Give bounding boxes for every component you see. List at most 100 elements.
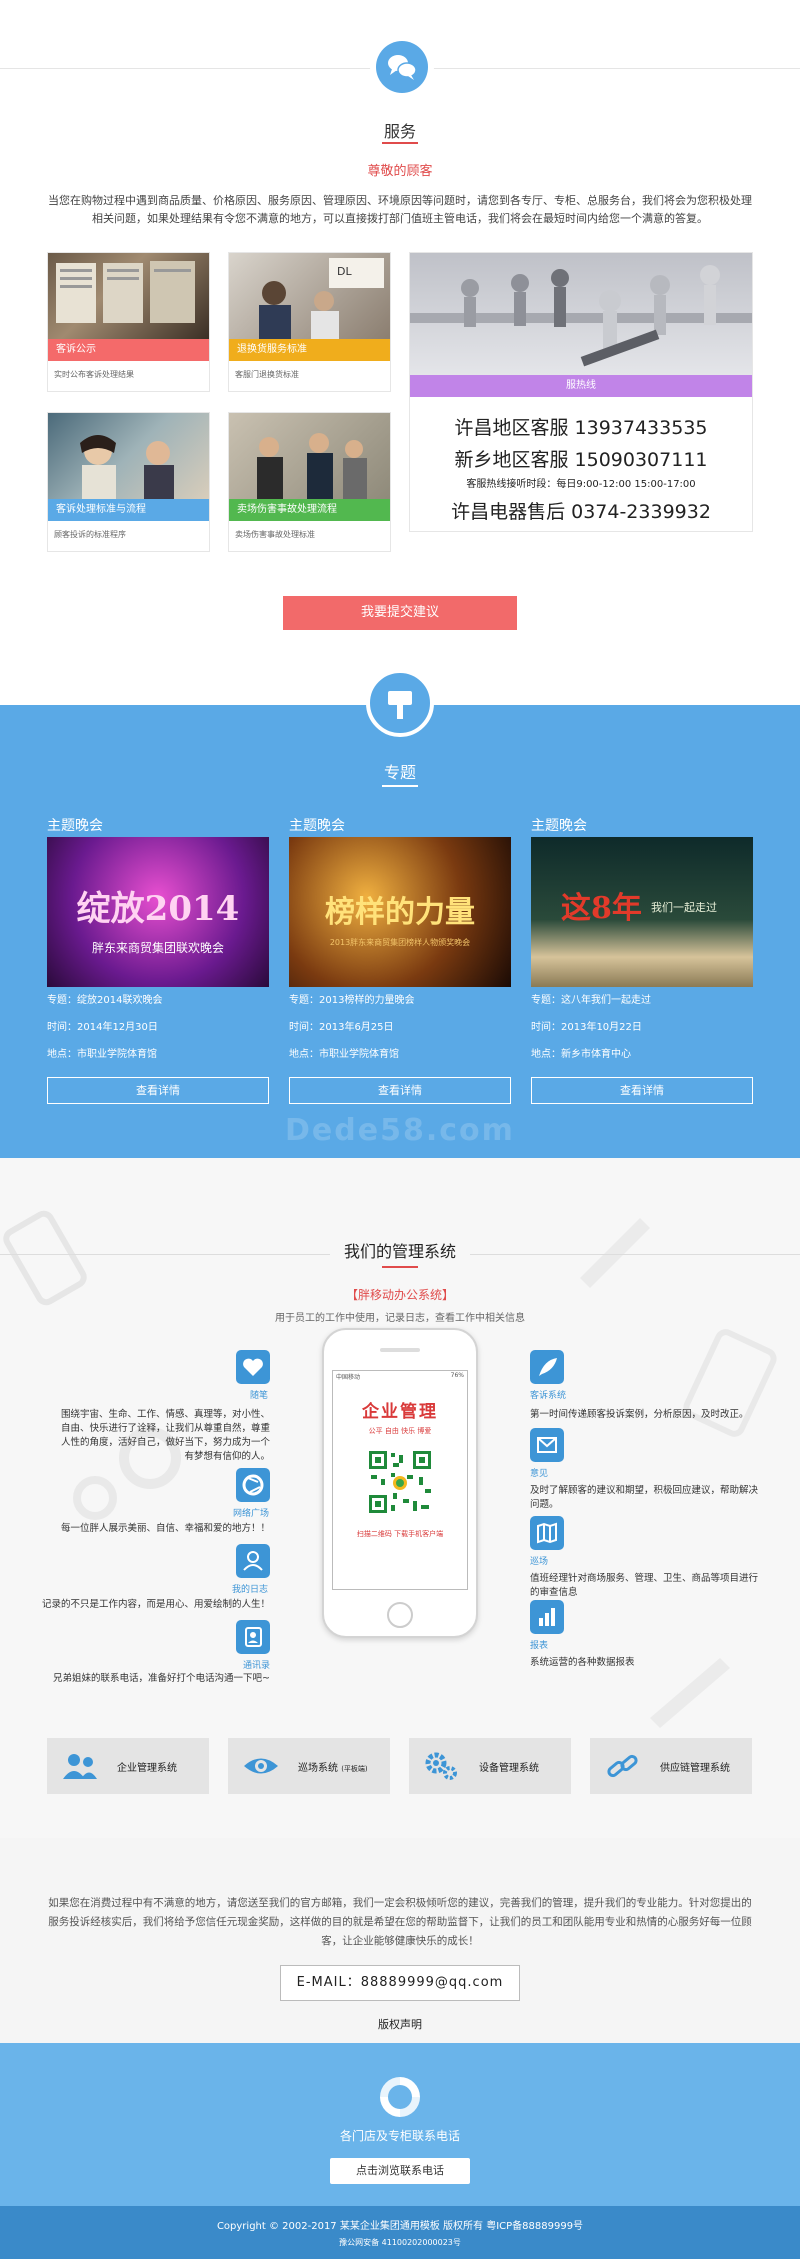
feature-label: 报表 [530,1641,549,1651]
hotline-xuchang: 许昌地区客服 13937433535 [454,417,708,439]
card-photo [48,253,209,339]
topic-image[interactable]: 绽放2014 胖东来商贸集团联欢晚会 [47,837,269,987]
system-label: 设备管理系统 [479,1763,539,1774]
system-label-text: 巡场系统 [298,1763,338,1774]
aperture-icon[interactable] [236,1468,270,1502]
topic-image-title: 这8年 [561,891,642,926]
equipment-management-button[interactable]: 设备管理系统 [409,1738,571,1794]
system-label-note: (平板端) [341,1765,368,1773]
topic-image-subtitle: 胖东来商贸集团联欢晚会 [91,941,224,955]
eye-icon [244,1758,278,1774]
footer: Copyright © 2002-2017 某某企业集团通用模板 版权所有 粤I… [0,2206,800,2259]
topic-name: 专题：这八年我们一起走过 [531,995,651,1006]
footer-copyright: Copyright © 2002-2017 某某企业集团通用模板 版权所有 粤I… [216,2221,584,2232]
link-icon [607,1754,638,1778]
view-details-button[interactable]: 查看详情 [47,1077,269,1104]
topic-head: 主题晚会 [289,818,345,834]
card-complaint-process[interactable]: 客诉处理标准与流程 顾客投诉的标准程序 [47,412,210,552]
topic-time: 时间：2014年12月30日 [47,1022,158,1033]
sign-icon [388,691,412,719]
card-caption: 卖场伤害事故处理标准 [235,530,315,539]
topic-name: 专题：2013榜样的力量晚会 [289,995,415,1006]
title-underline [382,785,418,787]
card-label: 客诉处理标准与流程 [48,499,209,521]
management-description: 用于员工的工作中使用，记录日志，查看工作中相关信息 [275,1313,525,1324]
feature-text: 记录的不只是工作内容，而是用心、用爱绘制的人生！ [41,1599,270,1610]
service-title: 服务 [383,122,416,141]
view-details-button[interactable]: 查看详情 [531,1077,753,1104]
feature-text: 围绕宇宙、生命、工作、情感、真理等，对小性、自由、快乐进行了诠释，让我们从尊重自… [60,1409,270,1462]
hotline-photo [410,253,752,375]
topic-item: 主题晚会 这8年 我们一起走过 专题：这八年我们一起走过 时间：2013年10月… [531,815,753,1104]
management-subtitle: 【胖移动办公系统】 [345,1288,454,1302]
system-label: 供应链管理系统 [660,1763,730,1774]
topic-title: 专题 [383,763,416,782]
topic-image[interactable]: 这8年 我们一起走过 [531,837,753,987]
service-badge [370,35,434,99]
home-button [387,1602,413,1628]
bar-chart-icon[interactable] [530,1600,564,1634]
topic-image-title: 榜样的力量 [325,895,475,930]
footer-beian[interactable]: 豫公网安备 41100202000023号 [0,2237,800,2248]
management-section: 我们的管理系统 【胖移动办公系统】 用于员工的工作中使用，记录日志，查看工作中相… [0,1158,800,1838]
store-contact-title: 各门店及专柜联系电话 [339,2129,460,2143]
feature-text: 系统运营的各种数据报表 [530,1657,635,1668]
card-caption: 实时公布客诉处理结果 [54,370,134,379]
hotline-panel: 服热线 许昌地区客服 13937433535 新乡地区客服 1509030711… [409,252,753,532]
card-photo: DL [229,253,390,339]
card-caption: 客服门退换货标准 [235,370,299,379]
topic-image[interactable]: 榜样的力量 2013胖东来商贸集团榜样人物颁奖晚会 [289,837,511,987]
submit-suggestion-button[interactable]: 我要提交建议 [283,596,517,630]
chat-bubbles-icon [376,41,428,93]
contact-book-icon[interactable] [236,1620,270,1654]
patrol-system-button[interactable]: 巡场系统 (平板端) [228,1738,390,1794]
supply-chain-management-button[interactable]: 供应链管理系统 [590,1738,752,1794]
store-contact-section: 各门店及专柜联系电话 点击浏览联系电话 [0,2043,800,2206]
user-icon[interactable] [236,1544,270,1578]
card-complaint-notice[interactable]: 客诉公示 实时公布客诉处理结果 [47,252,210,392]
carrier-text: 中国移动 [336,1374,361,1381]
scan-download-text: 扫描二维码 下载手机客户端 [356,1530,444,1538]
view-details-button[interactable]: 查看详情 [289,1077,511,1104]
feature-label: 我的日志 [232,1585,269,1595]
card-injury-process[interactable]: 卖场伤害事故处理流程 卖场伤害事故处理标准 [228,412,391,552]
topic-item: 主题晚会 榜样的力量 2013胖东来商贸集团榜样人物颁奖晚会 专题：2013榜样… [289,815,511,1104]
topic-badge [366,669,434,737]
hotline-after-sales: 许昌电器售后 0374-2339932 [451,501,711,523]
feature-text: 值班经理针对商场服务、管理、卫生、商品等项目进行的审查信息 [530,1573,759,1598]
hotline-xinxiang: 新乡地区客服 15090307111 [454,449,708,471]
feature-label: 通讯录 [243,1661,271,1671]
card-photo [229,413,390,499]
map-icon[interactable] [530,1516,564,1550]
email-link[interactable]: E-MAIL：88889999@qq.com [280,1965,520,2001]
topic-image-title: 绽放2014 [76,889,240,929]
app-slogan: 公平 自由 快乐 博爱 [368,1427,432,1435]
cycle-logo-icon [380,2077,420,2117]
browse-contact-numbers-button[interactable]: 点击浏览联系电话 [330,2158,470,2184]
heart-icon[interactable] [236,1350,270,1384]
copyright-statement-link[interactable]: 版权声明 [0,2016,800,2032]
app-title: 企业管理 [362,1402,438,1422]
topic-head: 主题晚会 [47,818,103,834]
topic-image-subtitle: 2013胖东来商贸集团榜样人物颁奖晚会 [329,938,471,947]
qr-code-icon[interactable] [367,1449,433,1515]
mail-icon[interactable] [530,1428,564,1462]
management-title: 我们的管理系统 [343,1242,456,1261]
card-return-standard[interactable]: DL 退换货服务标准 客服门退换货标准 [228,252,391,392]
topic-section: 专题 主题晚会 绽放2014 胖东来商贸集团联欢晚会 专题：绽放2014联欢晚会… [0,669,800,1158]
feature-label: 网络广场 [233,1509,270,1519]
service-subtitle: 尊敬的顾客 [367,164,433,179]
feather-icon[interactable] [530,1350,564,1384]
enterprise-management-button[interactable]: 企业管理系统 [47,1738,209,1794]
hotline-label: 服热线 [410,375,752,397]
svg-text:DL: DL [337,265,352,278]
phone-mockup: 中国移动 76% 企业管理 公平 自由 快乐 博爱 扫描二维码 下载手机客户端 [322,1328,478,1638]
contact-description: 如果您在消费过程中有不满意的地方，请您送至我们的官方邮箱，我们一定会积极倾听您的… [48,1897,752,1947]
hotline-hours: 客服热线接听时段：每日9:00-12:00 15:00-17:00 [466,479,696,490]
topic-place: 地点：新乡市体育中心 [531,1049,631,1060]
phone-status-bar: 中国移动 76% [333,1371,467,1381]
card-caption: 顾客投诉的标准程序 [54,530,126,539]
feature-label: 客诉系统 [530,1391,567,1401]
battery-text: 76% [450,1372,464,1379]
feature-label: 意见 [530,1469,549,1479]
